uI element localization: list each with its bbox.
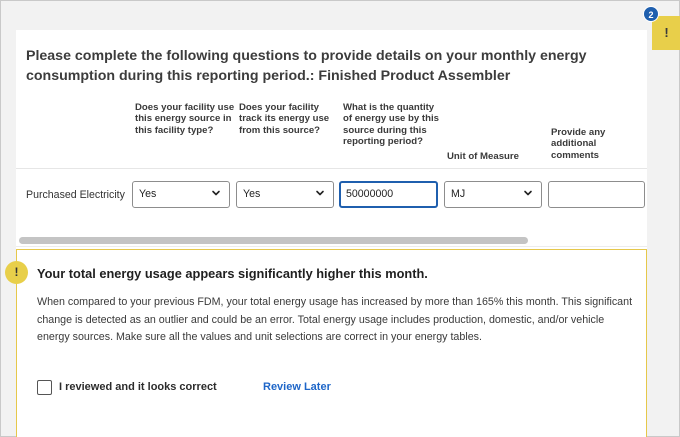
row-label-energy-source: Purchased Electricity: [26, 189, 125, 201]
warnings-count-badge: 2: [643, 6, 659, 22]
column-header-unit: Unit of Measure: [447, 151, 519, 162]
energy-question-card: Please complete the following questions …: [5, 30, 647, 437]
comments-input[interactable]: [548, 181, 645, 208]
tracks-use-value: Yes: [243, 188, 261, 200]
warning-message: When compared to your previous FDM, your…: [37, 296, 633, 344]
divider: [16, 246, 647, 247]
quantity-value: 50000000: [346, 188, 394, 200]
column-header-tracks-use: Does your facility track its energy use …: [239, 102, 330, 136]
tracks-use-select[interactable]: Yes: [236, 181, 334, 208]
unit-of-measure-value: MJ: [451, 188, 466, 200]
column-header-comments: Provide any additional comments: [551, 127, 606, 161]
uses-source-value: Yes: [139, 188, 157, 200]
reviewed-checkbox[interactable]: [37, 380, 52, 395]
unit-of-measure-select[interactable]: MJ: [444, 181, 542, 208]
uses-source-select[interactable]: Yes: [132, 181, 230, 208]
quantity-input[interactable]: 50000000: [339, 181, 438, 208]
column-header-quantity: What is the quantity of energy use by th…: [343, 102, 439, 148]
table-row-divider: [16, 168, 647, 169]
column-header-uses-source: Does your facility use this energy sourc…: [135, 102, 235, 136]
exclamation-icon: !: [5, 261, 28, 284]
warnings-side-tab[interactable]: !: [652, 16, 680, 50]
chevron-down-icon: [524, 190, 532, 196]
chevron-down-icon: [212, 190, 220, 196]
reviewed-checkbox-label[interactable]: I reviewed and it looks correct: [59, 381, 217, 393]
review-later-link[interactable]: Review Later: [263, 381, 331, 393]
warning-title: Your total energy usage appears signific…: [37, 266, 428, 281]
outlier-warning-panel: ! Your total energy usage appears signif…: [5, 249, 647, 437]
horizontal-scrollbar[interactable]: [19, 237, 528, 244]
chevron-down-icon: [316, 190, 324, 196]
question-title: Please complete the following questions …: [26, 48, 587, 84]
